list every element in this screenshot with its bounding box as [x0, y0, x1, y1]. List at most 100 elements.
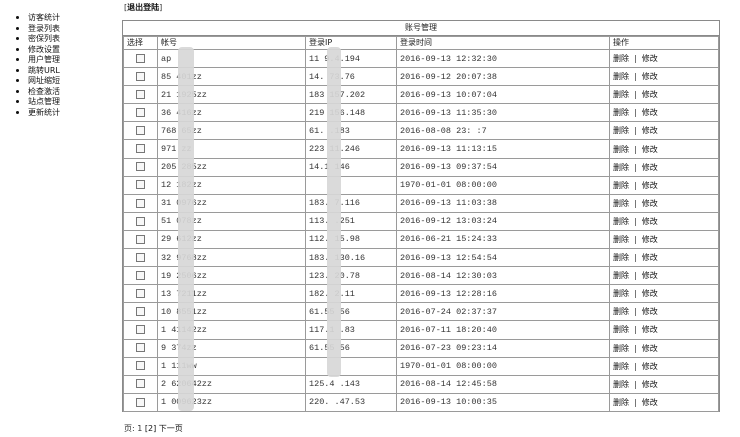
- row-checkbox[interactable]: [136, 325, 145, 335]
- row-checkbox[interactable]: [136, 126, 145, 136]
- col-ip-header: 登录IP: [305, 36, 397, 50]
- delete-link[interactable]: 删除: [613, 145, 629, 154]
- delete-link[interactable]: 删除: [613, 181, 629, 190]
- row-checkbox[interactable]: [136, 397, 145, 407]
- table-row: ap 11 9.4.194 2016-09-13 12:32:30 删除 | 修改: [123, 48, 719, 69]
- bullet-icon: [16, 110, 19, 114]
- pager-page-2[interactable]: [2]: [145, 424, 156, 433]
- delete-link[interactable]: 删除: [613, 126, 629, 135]
- row-checkbox[interactable]: [136, 198, 145, 208]
- logout-link[interactable]: 退出登陆: [127, 3, 159, 12]
- row-checkbox[interactable]: [136, 53, 145, 63]
- sidebar-item-link[interactable]: 检查激活: [28, 87, 60, 96]
- edit-link[interactable]: 修改: [642, 199, 658, 208]
- sidebar-item[interactable]: 网址缩短: [16, 76, 116, 87]
- sidebar-item-link[interactable]: 修改设置: [28, 45, 60, 54]
- bullet-icon: [16, 100, 19, 103]
- edit-link[interactable]: 修改: [642, 163, 658, 172]
- delete-link[interactable]: 删除: [613, 235, 629, 244]
- delete-link[interactable]: 删除: [613, 398, 629, 407]
- sidebar-item[interactable]: 用户管理: [16, 55, 116, 66]
- sidebar-item[interactable]: 访客统计: [16, 13, 116, 24]
- delete-link[interactable]: 删除: [613, 72, 629, 81]
- sidebar-item-link[interactable]: 密保列表: [28, 34, 60, 43]
- sidebar-item-link[interactable]: 访客统计: [28, 13, 60, 22]
- edit-link[interactable]: 修改: [642, 362, 658, 371]
- select-cell: [123, 175, 158, 195]
- row-checkbox[interactable]: [136, 379, 145, 389]
- edit-link[interactable]: 修改: [642, 126, 658, 135]
- ops-cell: 删除 | 修改: [609, 302, 719, 322]
- ops-cell: 删除 | 修改: [609, 229, 719, 250]
- edit-link[interactable]: 修改: [642, 380, 658, 389]
- row-checkbox[interactable]: [136, 89, 145, 99]
- edit-link[interactable]: 修改: [642, 72, 658, 81]
- edit-link[interactable]: 修改: [642, 271, 658, 280]
- ip-cell: 220. .47.53: [305, 392, 397, 412]
- delete-link[interactable]: 删除: [613, 54, 629, 63]
- row-checkbox[interactable]: [136, 71, 145, 81]
- sidebar-item[interactable]: 修改设置: [16, 45, 116, 56]
- row-checkbox[interactable]: [136, 361, 145, 371]
- row-checkbox[interactable]: [136, 162, 145, 172]
- sidebar-item[interactable]: 密保列表: [16, 34, 116, 45]
- sidebar-item-link[interactable]: 登录列表: [28, 24, 60, 33]
- sidebar-item[interactable]: 更新统计: [16, 108, 116, 119]
- row-checkbox[interactable]: [136, 144, 145, 154]
- row-checkbox[interactable]: [136, 307, 145, 317]
- row-checkbox[interactable]: [136, 270, 145, 280]
- table-header-row: 选择 帐号 登录IP 登录时间 操作: [123, 36, 719, 50]
- edit-link[interactable]: 修改: [642, 325, 658, 334]
- delete-link[interactable]: 删除: [613, 199, 629, 208]
- delete-link[interactable]: 删除: [613, 380, 629, 389]
- ip-cell: 14. 73.76: [305, 67, 397, 87]
- row-checkbox[interactable]: [136, 180, 145, 190]
- sidebar-item[interactable]: 跳转URL: [16, 66, 116, 77]
- row-checkbox[interactable]: [136, 252, 145, 262]
- sidebar-item-link[interactable]: 站点管理: [28, 97, 60, 106]
- edit-link[interactable]: 修改: [642, 344, 658, 353]
- sidebar-item-link[interactable]: 网址缩短: [28, 76, 60, 85]
- edit-link[interactable]: 修改: [642, 145, 658, 154]
- delete-link[interactable]: 删除: [613, 108, 629, 117]
- edit-link[interactable]: 修改: [642, 90, 658, 99]
- row-checkbox[interactable]: [136, 343, 145, 353]
- time-cell: 2016-09-13 09:37:54: [396, 157, 610, 177]
- delete-link[interactable]: 删除: [613, 362, 629, 371]
- delete-link[interactable]: 删除: [613, 289, 629, 298]
- row-checkbox[interactable]: [136, 234, 145, 244]
- ip-cell: [305, 175, 397, 195]
- sidebar-item-link[interactable]: 跳转URL: [28, 66, 60, 75]
- delete-link[interactable]: 删除: [613, 253, 629, 262]
- sidebar-item-link[interactable]: 用户管理: [28, 55, 60, 64]
- table-row: 9 374zz61.55 562016-07-23 09:23:14删除|修改: [123, 338, 719, 358]
- delete-link[interactable]: 删除: [613, 307, 629, 316]
- edit-link[interactable]: 修改: [642, 398, 658, 407]
- edit-link[interactable]: 修改: [642, 235, 658, 244]
- row-checkbox[interactable]: [136, 289, 145, 299]
- edit-link[interactable]: 修改: [642, 307, 658, 316]
- delete-link[interactable]: 删除: [613, 271, 629, 280]
- delete-link[interactable]: 删除: [613, 90, 629, 99]
- ops-separator: |: [634, 234, 637, 244]
- edit-link[interactable]: 修改: [642, 253, 658, 262]
- delete-link[interactable]: 删除: [613, 344, 629, 353]
- row-checkbox[interactable]: [136, 108, 145, 118]
- edit-link[interactable]: 修改: [642, 108, 658, 117]
- ip-cell: 219 156.148: [305, 103, 397, 123]
- ops-separator: |: [634, 126, 637, 136]
- row-checkbox[interactable]: [136, 216, 145, 226]
- delete-link[interactable]: 删除: [613, 163, 629, 172]
- edit-link[interactable]: 修改: [642, 217, 658, 226]
- edit-link[interactable]: 修改: [642, 54, 658, 63]
- delete-link[interactable]: 删除: [613, 217, 629, 226]
- time-cell: 1970-01-01 08:00:00: [396, 175, 610, 195]
- delete-link[interactable]: 删除: [613, 325, 629, 334]
- edit-link[interactable]: 修改: [642, 289, 658, 298]
- pager-next-link[interactable]: 下一页: [159, 424, 183, 433]
- edit-link[interactable]: 修改: [642, 181, 658, 190]
- sidebar-item[interactable]: 站点管理: [16, 97, 116, 108]
- sidebar-item[interactable]: 检查激活: [16, 87, 116, 98]
- sidebar-item-link[interactable]: 更新统计: [28, 108, 60, 117]
- sidebar-item[interactable]: 登录列表: [16, 24, 116, 35]
